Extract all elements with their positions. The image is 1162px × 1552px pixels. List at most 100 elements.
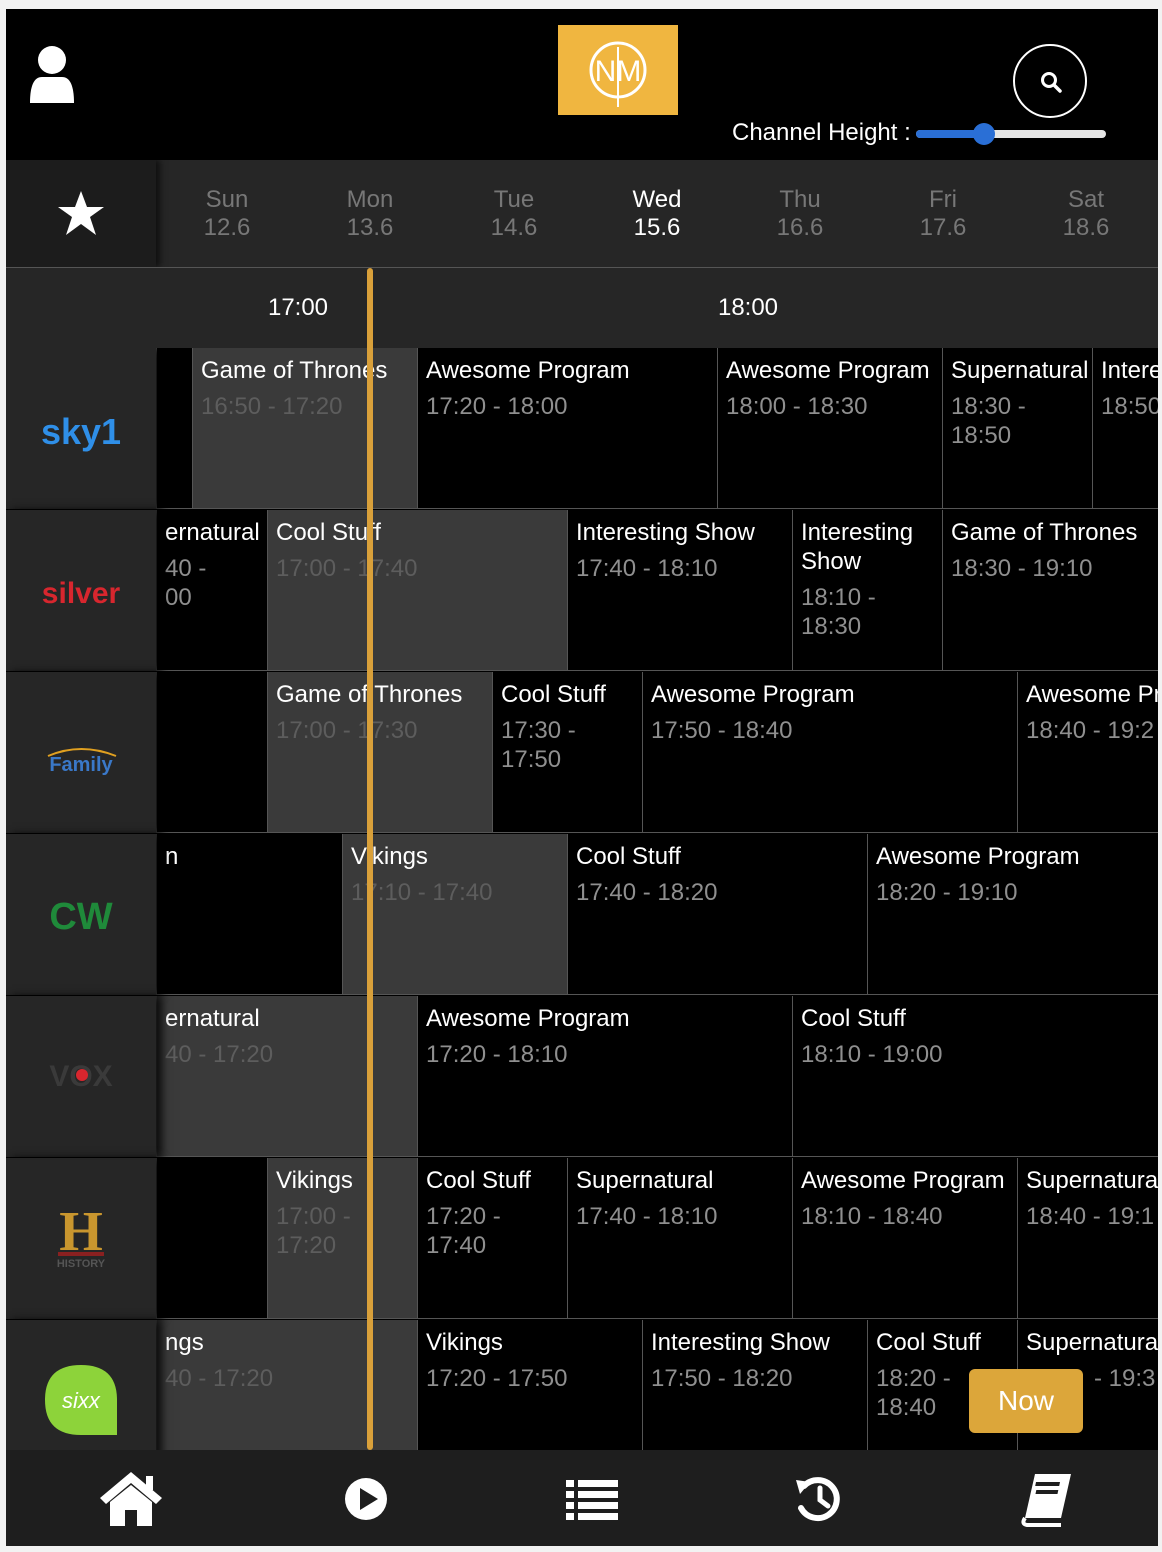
- day-mon[interactable]: Mon 13.6: [320, 186, 420, 242]
- logo[interactable]: NM: [558, 25, 678, 115]
- day-date: 16.6: [776, 214, 824, 241]
- program-title: Interesting Show: [576, 519, 755, 546]
- nav-history[interactable]: [784, 1468, 854, 1528]
- header: NM Channel Height :: [6, 9, 1158, 160]
- program-time: 18:10 - 18:30: [801, 584, 876, 640]
- program-title: Interesting Show: [801, 519, 914, 575]
- program-title: Cool Stuff: [801, 1005, 906, 1032]
- program-cell[interactable]: Cool Stuff 17:20 - 17:40: [417, 1158, 567, 1319]
- program-time: 18:50: [1101, 393, 1158, 420]
- channel-logo-silver[interactable]: silver: [6, 510, 156, 671]
- program-cell[interactable]: [156, 672, 267, 833]
- program-cell[interactable]: Supernatural 18:40 - 19:1: [1017, 1158, 1158, 1319]
- program-title: Vikings: [351, 843, 428, 870]
- program-cell[interactable]: Awesome Program 18:00 - 18:30: [717, 348, 942, 509]
- program-title: Awesome Program: [426, 357, 630, 384]
- channel-logo-text: Family: [49, 754, 113, 776]
- channel-logo-history[interactable]: H HISTORY: [6, 1158, 156, 1319]
- program-cell[interactable]: Game of Thrones 16:50 - 17:20: [192, 348, 417, 509]
- program-cell[interactable]: Vikings 17:10 - 17:40: [342, 834, 567, 995]
- channel-row: Game of Thrones 17:00 - 17:30 Cool Stuff 1…: [6, 672, 1158, 834]
- program-title: Game of Thrones: [201, 357, 388, 384]
- day-wed[interactable]: Wed 15.6: [607, 186, 707, 242]
- day-date: 17.6: [919, 214, 967, 241]
- program-time: 17:40 - 18:10: [576, 555, 718, 582]
- app-frame: NM Channel Height : Sun 12.6 Mon 13.6 Tue 1…: [6, 9, 1158, 1546]
- day-name: Tue: [493, 186, 535, 213]
- program-time: 18:00 - 18:30: [726, 393, 868, 420]
- nav-home[interactable]: [96, 1468, 166, 1528]
- nav-list[interactable]: [558, 1468, 628, 1528]
- program-cell[interactable]: n: [156, 834, 342, 995]
- day-fri[interactable]: Fri 17.6: [893, 186, 993, 242]
- program-cell[interactable]: Intere 18:50: [1092, 348, 1158, 509]
- program-title: Game of Thrones: [951, 519, 1138, 546]
- nav-guide[interactable]: [1011, 1468, 1081, 1528]
- program-time: 17:00 - 17:40: [276, 555, 418, 582]
- day-tue[interactable]: Tue 14.6: [464, 186, 564, 242]
- program-time: 18:40 - 19:2: [1026, 717, 1155, 744]
- day-name: Thu: [779, 186, 821, 213]
- day-name: Fri: [929, 186, 957, 213]
- program-time: 18:30 - 19:10: [951, 555, 1093, 582]
- day-name: Wed: [632, 186, 682, 213]
- program-cell[interactable]: ernatural 40 - 00: [156, 510, 267, 671]
- channel-logo-sixx[interactable]: sixx: [6, 1320, 156, 1450]
- program-title: Intere: [1101, 357, 1158, 384]
- day-sat[interactable]: Sat 18.6: [1036, 186, 1136, 242]
- program-cell[interactable]: Cool Stuff 17:00 - 17:40: [267, 510, 567, 671]
- history-icon: [796, 1477, 840, 1522]
- program-time: 17:00 - 17:20: [276, 1203, 351, 1259]
- slider-knob[interactable]: [973, 123, 995, 145]
- channel-logo-text: HISTORY: [57, 1258, 106, 1270]
- program-cell[interactable]: Interesting Show 17:50 - 18:20: [642, 1320, 867, 1450]
- day-date: 12.6: [203, 214, 251, 241]
- channel-height-slider[interactable]: [916, 123, 1106, 145]
- day-sun[interactable]: Sun 12.6: [177, 186, 277, 242]
- channel-logo-sky1[interactable]: sky1: [6, 348, 156, 509]
- program-cell[interactable]: Awesome Program 17:20 - 18:00: [417, 348, 717, 509]
- program-cell[interactable]: Supernatural 18:30 - 18:50: [942, 348, 1092, 509]
- program-cell[interactable]: ernatural 40 - 17:20: [156, 996, 417, 1157]
- day-date: 18.6: [1062, 214, 1110, 241]
- channel-logo-vox[interactable]: VOX: [6, 996, 156, 1157]
- program-cell[interactable]: ngs 40 - 17:20: [156, 1320, 417, 1450]
- program-cell[interactable]: Awesome Program 17:20 - 18:10: [417, 996, 792, 1157]
- program-time: 18:30 - 18:50: [951, 393, 1026, 449]
- now-indicator-line: [367, 268, 373, 1450]
- program-cell[interactable]: Vikings 17:00 - 17:20: [267, 1158, 417, 1319]
- timeline-header: 17:00 18:00: [6, 267, 1158, 349]
- day-date: 15.6: [633, 214, 681, 241]
- program-title: Cool Stuff: [876, 1329, 981, 1356]
- program-cell[interactable]: Awesome Program 17:50 - 18:40: [642, 672, 1017, 833]
- program-cell[interactable]: Game of Thrones 18:30 - 19:10: [942, 510, 1158, 671]
- program-cell[interactable]: Awesome Program 18:20 - 19:10: [867, 834, 1158, 995]
- program-cell[interactable]: Supernatural 17:40 - 18:10: [567, 1158, 792, 1319]
- program-title: Supernatural: [1026, 1329, 1158, 1356]
- channel-logo-cw[interactable]: CW: [6, 834, 156, 995]
- program-cell[interactable]: Game of Thrones 17:00 - 17:30: [267, 672, 492, 833]
- program-title: Awesome Program: [651, 681, 855, 708]
- program-cell[interactable]: Vikings 17:20 - 17:50: [417, 1320, 642, 1450]
- program-cell[interactable]: [156, 348, 192, 509]
- now-button[interactable]: Now: [969, 1369, 1083, 1433]
- search-icon: [1041, 72, 1062, 93]
- program-cell[interactable]: Awesome Program 18:10 - 18:40: [792, 1158, 1017, 1319]
- play-icon: [345, 1478, 387, 1520]
- program-cell[interactable]: Interesting Show 18:10 - 18:30: [792, 510, 942, 671]
- program-time: 17:00 - 17:30: [276, 717, 418, 744]
- program-cell[interactable]: Interesting Show 17:40 - 18:10: [567, 510, 792, 671]
- nav-play[interactable]: [331, 1468, 401, 1528]
- search-button[interactable]: [1013, 44, 1087, 118]
- user-icon[interactable]: [28, 45, 76, 105]
- channel-row: n Vikings 17:10 - 17:40 Cool Stuff 17:40 -…: [6, 834, 1158, 996]
- channel-logo-family[interactable]: Family: [6, 672, 156, 833]
- day-name: Mon: [346, 186, 394, 213]
- day-thu[interactable]: Thu 16.6: [750, 186, 850, 242]
- program-cell[interactable]: Awesome Pr 18:40 - 19:2: [1017, 672, 1158, 833]
- program-cell[interactable]: [156, 1158, 267, 1319]
- program-cell[interactable]: Cool Stuff 18:10 - 19:00: [792, 996, 1158, 1157]
- program-cell[interactable]: Cool Stuff 17:40 - 18:20: [567, 834, 867, 995]
- program-cell[interactable]: Cool Stuff 17:30 - 17:50: [492, 672, 642, 833]
- favorites-button[interactable]: [6, 160, 156, 267]
